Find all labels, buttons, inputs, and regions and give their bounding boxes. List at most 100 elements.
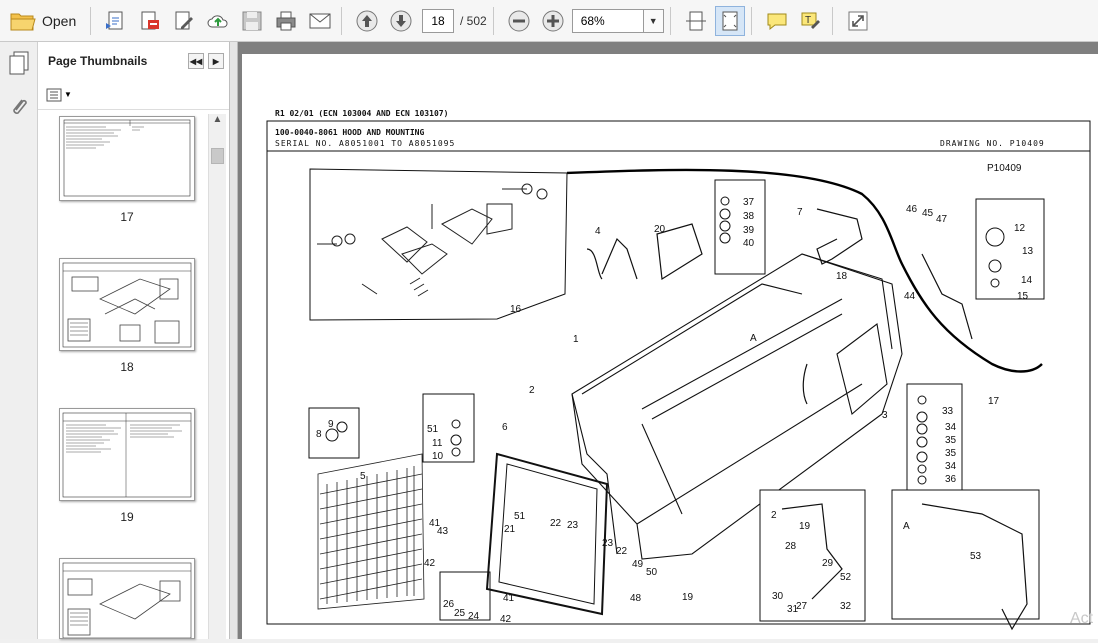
collapse-left-button[interactable]: ◀◀ <box>188 53 204 69</box>
scroll-thumb[interactable] <box>211 148 224 164</box>
collapse-panel-button[interactable]: ▶ <box>208 53 224 69</box>
zoom-dropdown[interactable]: ▼ <box>643 8 664 33</box>
previous-page-button[interactable] <box>352 6 382 36</box>
callout-label: 21 <box>504 524 516 535</box>
scroll-up-button[interactable]: ▲ <box>209 114 226 130</box>
expand-button[interactable] <box>843 6 873 36</box>
parts-drawing: R1 02/01 (ECN 103004 AND ECN 103107) 100… <box>266 109 1091 631</box>
callout-label: 23 <box>602 538 614 549</box>
callout-label: 53 <box>970 551 982 562</box>
highlight-icon: T <box>801 12 820 29</box>
callout-label: 50 <box>646 567 658 578</box>
zoom-in-icon <box>542 10 564 31</box>
callout-label: 25 <box>454 608 466 619</box>
callout-label: 19 <box>799 521 811 532</box>
expand-icon <box>848 11 868 30</box>
callout-label: 47 <box>936 214 948 225</box>
page-thumbnail[interactable] <box>59 116 195 201</box>
callout-label: 24 <box>468 611 480 622</box>
fit-width-icon <box>685 11 706 30</box>
callout-label: 20 <box>654 224 666 235</box>
paperclip-icon <box>13 99 27 114</box>
callout-label: 29 <box>822 558 834 569</box>
callout-label: 36 <box>945 474 957 485</box>
callout-label: 4 <box>595 226 601 237</box>
fit-page-button[interactable] <box>714 5 745 36</box>
callout-label: 19 <box>682 592 694 603</box>
callout-label: 31 <box>787 604 799 615</box>
comment-button[interactable] <box>762 6 792 36</box>
highlight-button[interactable]: T <box>796 6 826 36</box>
callout-label: 41 <box>503 593 515 604</box>
list-options-icon <box>46 88 62 101</box>
callout-label: 45 <box>922 208 934 219</box>
thumbnails-scrollbar[interactable]: ▲ <box>208 114 226 639</box>
callout-label: 35 <box>945 435 957 446</box>
callout-label: 49 <box>632 559 644 570</box>
next-page-button[interactable] <box>386 6 416 36</box>
callout-label: 34 <box>945 461 957 472</box>
next-page-icon <box>390 10 412 31</box>
comment-icon <box>767 13 787 30</box>
document-viewer[interactable]: R1 02/01 (ECN 103004 AND ECN 103107) 100… <box>238 42 1098 639</box>
callout-label: 6 <box>502 422 508 433</box>
print-button[interactable] <box>271 6 301 36</box>
panel-title: Page Thumbnails <box>48 54 148 68</box>
callout-label: A <box>903 521 910 532</box>
chevron-down-icon: ▼ <box>648 15 658 26</box>
zoom-out-button[interactable] <box>504 6 534 36</box>
panel-splitter[interactable] <box>230 42 238 639</box>
callout-label: 9 <box>328 419 334 430</box>
callout-label: 40 <box>743 238 755 249</box>
open-button[interactable]: Open <box>4 6 84 36</box>
callout-label: 2 <box>771 510 777 521</box>
save-button[interactable] <box>237 6 267 36</box>
callout-label: 11 <box>432 438 443 449</box>
zoom-level-input[interactable]: 68% <box>571 8 644 33</box>
print-icon <box>276 11 296 30</box>
callout-label: 7 <box>797 207 803 218</box>
callout-label: 42 <box>424 558 436 569</box>
callout-label: 22 <box>550 518 562 529</box>
thumbnail-page-label: 18 <box>120 360 134 374</box>
page-thumbnail-active[interactable] <box>59 258 195 351</box>
double-chevron-left-icon: ◀◀ <box>189 56 203 66</box>
serial-text: SERIAL NO. A8051001 TO A8051095 <box>275 139 455 148</box>
page-thumbnail[interactable] <box>59 558 195 639</box>
callout-label: 43 <box>437 526 449 537</box>
page-number-input[interactable]: 18 <box>422 8 454 33</box>
attachments-tab[interactable] <box>6 94 32 122</box>
cloud-upload-button[interactable] <box>203 6 233 36</box>
callout-label: 16 <box>510 304 522 315</box>
callout-label: 18 <box>836 271 848 282</box>
callout-label: 28 <box>785 541 797 552</box>
page-thumbnail[interactable] <box>59 408 195 501</box>
callout-label: 3 <box>882 410 888 421</box>
email-icon <box>309 13 331 28</box>
fit-width-button[interactable] <box>681 6 711 36</box>
open-label: Open <box>42 12 77 29</box>
callout-label: 34 <box>945 422 957 433</box>
callout-label: 38 <box>743 211 755 222</box>
zoom-out-icon <box>508 10 530 31</box>
save-icon <box>242 11 262 30</box>
fit-page-icon <box>722 11 738 30</box>
zoom-in-button[interactable] <box>538 6 568 36</box>
export-pdf-button[interactable] <box>135 6 165 36</box>
drawing-id: P10409 <box>987 163 1022 174</box>
page-thumbnails-icon <box>9 51 29 75</box>
previous-page-icon <box>356 10 378 31</box>
edit-pdf-button[interactable] <box>169 6 199 36</box>
callout-label: A <box>750 333 757 344</box>
callout-label: 42 <box>500 614 512 625</box>
callout-label: 46 <box>906 204 918 215</box>
callout-label: 17 <box>988 396 1000 407</box>
watermark-text: Act <box>1070 610 1094 627</box>
callout-label: 22 <box>616 546 628 557</box>
create-pdf-button[interactable] <box>101 6 131 36</box>
callout-label: 14 <box>1021 275 1033 286</box>
callout-label: 52 <box>840 572 852 583</box>
options-menu-button[interactable]: ▼ <box>46 88 72 102</box>
email-button[interactable] <box>305 6 335 36</box>
page-thumbnails-tab[interactable] <box>6 48 32 76</box>
